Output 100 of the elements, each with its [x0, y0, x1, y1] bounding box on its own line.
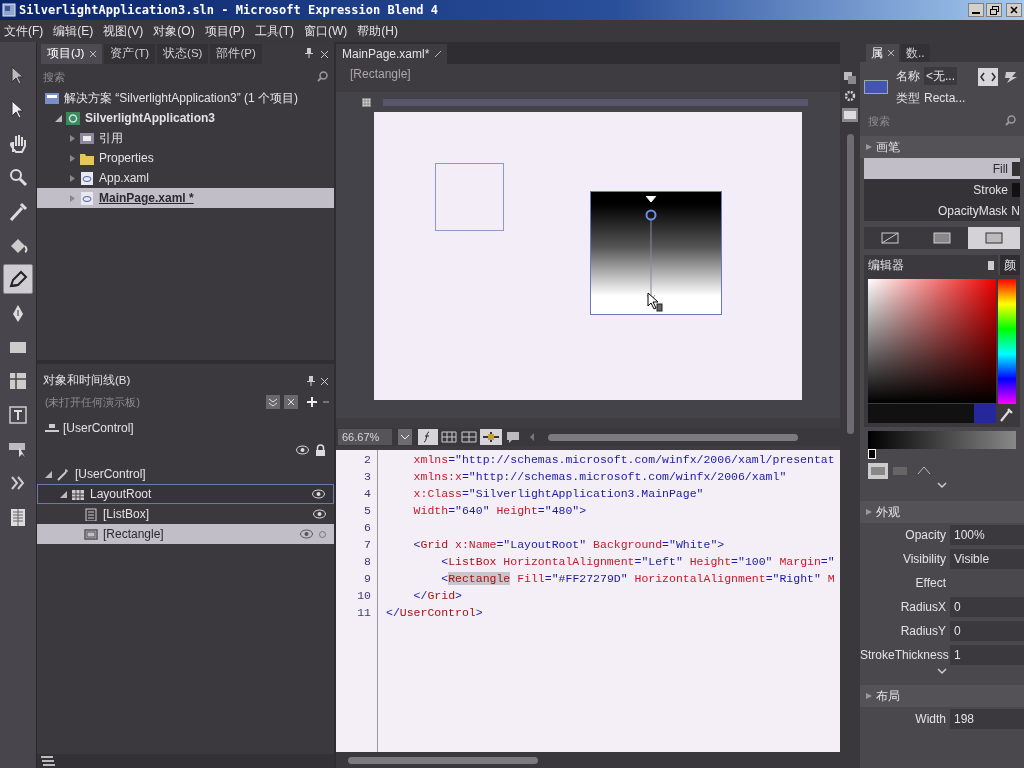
expand-arrow-icon[interactable]: [866, 144, 872, 150]
expanded-arrow-icon[interactable]: [55, 114, 62, 122]
tree-item[interactable]: Properties: [37, 148, 334, 168]
chevron-down-icon[interactable]: [266, 395, 280, 409]
type-value: Recta...: [924, 90, 966, 107]
properties-icon[interactable]: [978, 68, 998, 86]
search-field[interactable]: 搜索: [39, 68, 332, 86]
chevron-down-icon[interactable]: [936, 667, 948, 677]
stack-icon[interactable]: [41, 756, 55, 766]
restore-button[interactable]: [986, 3, 1002, 17]
menu-item[interactable]: 工具(T): [254, 22, 294, 40]
eye-icon[interactable]: [300, 529, 313, 539]
tree-item[interactable]: MainPage.xaml *: [37, 188, 334, 208]
document-tab[interactable]: MainPage.xaml*: [336, 44, 448, 64]
property-field[interactable]: 0: [950, 597, 1024, 617]
grid-icon[interactable]: [440, 429, 458, 445]
expanded-arrow-icon[interactable]: [60, 490, 67, 498]
section-header[interactable]: 外观: [876, 503, 900, 521]
eyedropper-icon[interactable]: [998, 405, 1014, 423]
tree-item[interactable]: SilverlightApplication3: [37, 108, 334, 128]
section-header[interactable]: 画笔: [876, 138, 900, 156]
panel-tab[interactable]: 状态(S): [157, 44, 209, 64]
brush-row[interactable]: Stroke: [864, 179, 1020, 200]
comment-icon[interactable]: [504, 429, 522, 445]
tree-item[interactable]: 解决方案 “SilverlightApplication3” (1 个项目): [37, 88, 334, 108]
property-field[interactable]: 1: [950, 645, 1024, 665]
brush-type-button[interactable]: [968, 227, 1020, 249]
menu-item[interactable]: 项目(P): [204, 22, 245, 40]
menu-item[interactable]: 视图(V): [103, 22, 144, 40]
tool-button[interactable]: [3, 264, 33, 294]
brush-row[interactable]: Fill: [864, 158, 1020, 179]
minimize-button[interactable]: [968, 3, 984, 17]
panel-tab[interactable]: 数..: [901, 44, 930, 62]
panel-tab[interactable]: 资产(T): [104, 44, 156, 64]
menu-item[interactable]: 编辑(E): [53, 22, 94, 40]
editor-tab[interactable]: 颜: [1000, 255, 1020, 275]
tree-item[interactable]: [UserControl]: [37, 464, 334, 484]
scope-label[interactable]: [UserControl]: [63, 419, 134, 437]
menu-item[interactable]: 文件(F): [4, 22, 44, 40]
collapsed-arrow-icon[interactable]: [69, 174, 76, 182]
tree-item[interactable]: [Rectangle]: [37, 524, 334, 544]
grid-icon[interactable]: [362, 98, 371, 107]
color-picker[interactable]: [864, 275, 1020, 427]
panel-tab[interactable]: 项目(J): [41, 44, 103, 64]
property-field[interactable]: Visible: [950, 549, 1024, 569]
close-button[interactable]: [1006, 3, 1022, 17]
menu-item[interactable]: 对象(O): [153, 22, 195, 40]
plus-icon[interactable]: [306, 396, 318, 408]
property-label: StrokeThickness: [860, 647, 950, 664]
scrollbar-thumb[interactable]: [348, 756, 538, 764]
split-view-icon[interactable]: [842, 108, 858, 122]
chevron-down-icon[interactable]: [398, 429, 412, 445]
code-editor[interactable]: [336, 450, 840, 752]
editor-tab[interactable]: 编辑器: [864, 255, 998, 275]
lock-toggle-icon[interactable]: [319, 530, 326, 538]
expand-arrow-icon[interactable]: [866, 693, 872, 699]
brush-row[interactable]: OpacityMask N: [864, 200, 1020, 221]
close-icon[interactable]: [888, 50, 894, 56]
snap-icon[interactable]: [480, 429, 502, 445]
window-title: SilverlightApplication3.sln - Microsoft Expression Blend 4: [19, 2, 439, 19]
tree-item[interactable]: [ListBox]: [37, 504, 334, 524]
collapsed-arrow-icon[interactable]: [69, 154, 76, 162]
lock-icon[interactable]: [315, 444, 326, 456]
tree-item[interactable]: 引用: [37, 128, 334, 148]
search-field[interactable]: (未打开任何演示板): [41, 393, 262, 411]
expanded-arrow-icon[interactable]: [45, 470, 52, 478]
breadcrumb[interactable]: [Rectangle]: [350, 65, 411, 83]
gear-icon[interactable]: [844, 90, 856, 102]
close-icon[interactable]: [90, 51, 97, 57]
layers-icon[interactable]: [844, 72, 856, 84]
close-icon[interactable]: [284, 395, 298, 409]
expand-arrow-icon[interactable]: [866, 509, 872, 515]
panel-tab[interactable]: 部件(P): [210, 44, 262, 64]
property-field[interactable]: 100%: [950, 525, 1024, 545]
property-field[interactable]: 0: [950, 621, 1024, 641]
collapsed-arrow-icon[interactable]: [69, 134, 76, 142]
gradient-stop[interactable]: [868, 449, 876, 459]
app-icon: [2, 3, 16, 17]
gradient-brush-icon: [983, 230, 1005, 246]
section-header[interactable]: 布局: [876, 687, 900, 705]
vertical-scrollbar[interactable]: [846, 134, 854, 434]
gradient-bar[interactable]: [868, 431, 1016, 449]
close-icon[interactable]: [321, 51, 328, 58]
zoom-field[interactable]: 66.67%: [338, 429, 392, 445]
name-field[interactable]: <无...: [924, 67, 957, 85]
color-field[interactable]: [868, 279, 996, 403]
menu-item[interactable]: 帮助(H): [357, 22, 398, 40]
menu-item[interactable]: 窗口(W): [304, 22, 348, 40]
close-icon[interactable]: [321, 377, 328, 385]
property-field[interactable]: 198: [950, 709, 1024, 729]
layout-grid-icon[interactable]: [460, 429, 478, 445]
scrollbar-thumb[interactable]: [548, 433, 798, 441]
function-icon[interactable]: [418, 429, 438, 445]
panel-tab[interactable]: 属: [866, 44, 899, 62]
code-line: xmlns="http://schemas.microsoft.com/winfx/2006/xaml/presentat: [412, 452, 836, 468]
search-field[interactable]: 搜索: [864, 112, 1020, 130]
tree-item[interactable]: App.xaml: [37, 168, 334, 188]
gradient-rectangle[interactable]: [590, 191, 722, 315]
tree-item[interactable]: LayoutRoot: [37, 484, 334, 504]
chevron-down-icon[interactable]: [936, 481, 948, 491]
